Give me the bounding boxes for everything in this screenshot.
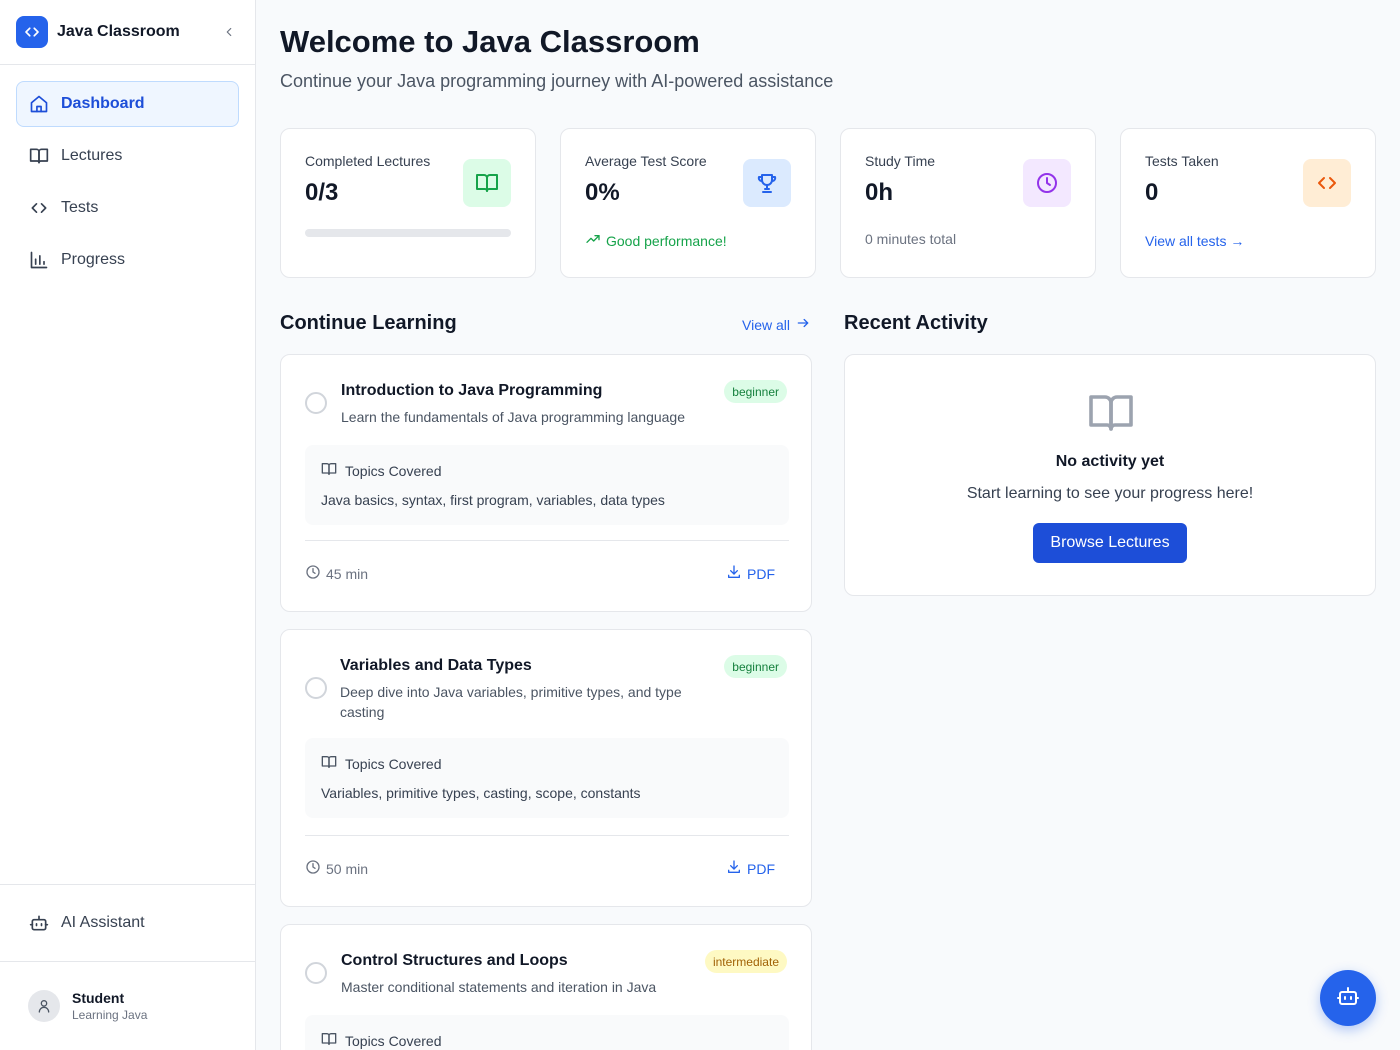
sidebar-item-label: Dashboard [61,95,145,112]
divider [305,540,789,541]
bot-icon [28,912,50,934]
lecture-title: Control Structures and Loops [341,952,568,969]
home-icon [28,93,50,115]
view-all-tests-link[interactable]: View all tests → [1145,233,1244,249]
code-icon [1303,159,1351,207]
pdf-label: PDF [747,565,775,582]
topics-text: Variables, primitive types, casting, sco… [321,785,641,801]
completion-radio[interactable] [305,392,327,414]
completion-radio[interactable] [305,677,327,699]
stat-card-average-score: Average Test Score 0% Good performance! [560,128,816,278]
clock-icon [305,859,321,878]
trending-up-icon [585,231,601,250]
pdf-download-button[interactable]: PDF [726,564,775,583]
divider [305,835,789,836]
download-icon [726,564,742,583]
sidebar-item-label: Progress [61,251,126,268]
level-badge: beginner [724,380,787,403]
score-footer: Good performance! [585,231,727,250]
page-subtitle: Continue your Java programming journey w… [280,71,834,91]
sidebar-item-dashboard[interactable]: Dashboard [16,81,239,127]
lecture-description: Master conditional statements and iterat… [341,979,657,995]
topics-box: Topics Covered Variables, primitive type… [305,738,789,818]
recent-activity-card: No activity yet Start learning to see yo… [844,354,1376,596]
level-badge: intermediate [704,950,787,973]
topics-label: Topics Covered [345,1032,442,1049]
book-icon [321,1031,337,1050]
empty-state-subtitle: Start learning to see your progress here… [966,485,1254,502]
stat-card-tests-taken: Tests Taken 0 View all tests → [1120,128,1376,278]
ai-chat-fab[interactable] [1320,970,1376,1026]
topics-text: Java basics, syntax, first program, vari… [321,492,665,508]
stat-card-completed-lectures: Completed Lectures 0/3 [280,128,536,278]
code-logo-icon[interactable] [16,16,48,48]
sidebar: Java Classroom Dashboard Lectures Tests [0,0,256,1050]
bot-icon [1336,984,1360,1013]
level-badge: beginner [724,655,787,678]
page-title: Welcome to Java Classroom [280,24,700,59]
app-name: Java Classroom [57,23,180,40]
view-all-link[interactable]: View all [742,316,810,333]
book-icon [321,754,337,773]
study-time-footer: 0 minutes total [865,231,957,247]
lecture-title: Introduction to Java Programming [341,382,603,399]
sidebar-item-tests[interactable]: Tests [16,185,239,231]
sidebar-item-label: Tests [61,199,99,216]
view-all-label: View all [742,316,790,333]
book-icon [321,461,337,480]
book-open-icon [463,159,511,207]
pdf-download-button[interactable]: PDF [726,859,775,878]
user-icon [28,990,60,1022]
pdf-label: PDF [747,860,775,877]
user-subtitle: Learning Java [72,1008,148,1022]
topics-box: Topics Covered [305,1015,789,1050]
topics-label: Topics Covered [345,462,442,479]
download-icon [726,859,742,878]
clock-icon [305,564,321,583]
sidebar-item-lectures[interactable]: Lectures [16,133,239,179]
completion-radio[interactable] [305,962,327,984]
score-footer-text: Good performance! [606,232,727,249]
duration-text: 50 min [326,860,369,877]
clock-icon [1023,159,1071,207]
lecture-card[interactable]: Variables and Data Types Deep dive into … [280,629,812,907]
recent-activity-title: Recent Activity [844,312,988,334]
lecture-card[interactable]: Control Structures and Loops Master cond… [280,924,812,1050]
sidebar-item-label: Lectures [61,147,123,164]
continue-learning-title: Continue Learning [280,312,457,334]
duration-text: 45 min [326,565,369,582]
lecture-description: Learn the fundamentals of Java programmi… [341,409,685,425]
book-icon [28,145,50,167]
ai-assistant-section: AI Assistant [0,884,255,962]
topics-box: Topics Covered Java basics, syntax, firs… [305,445,789,525]
lecture-description: Deep dive into Java variables, primitive… [340,684,682,720]
duration: 45 min [305,564,368,583]
topics-label: Topics Covered [345,755,442,772]
brand-header: Java Classroom [0,0,255,65]
browse-lectures-button[interactable]: Browse Lectures [1033,523,1187,563]
chevron-left-icon[interactable] [219,22,239,42]
duration: 50 min [305,859,368,878]
trophy-icon [743,159,791,207]
user-profile[interactable]: Student Learning Java [0,962,255,1050]
arrow-right-icon [796,316,810,333]
ai-assistant-label: AI Assistant [61,914,145,931]
user-name: Student [72,990,125,1006]
lecture-card[interactable]: Introduction to Java Programming Learn t… [280,354,812,612]
empty-state-title: No activity yet [1055,453,1165,470]
lectures-progress-bar [305,229,511,237]
bar-chart-icon [28,249,50,271]
sidebar-nav: Dashboard Lectures Tests Progress [0,65,255,305]
lecture-title: Variables and Data Types [340,657,532,674]
ai-assistant-button[interactable]: AI Assistant [16,900,239,946]
stat-card-study-time: Study Time 0h 0 minutes total [840,128,1096,278]
sidebar-item-progress[interactable]: Progress [16,237,239,283]
main-content: Welcome to Java Classroom Continue your … [256,0,1400,1050]
book-open-icon [1087,389,1135,437]
code-icon [28,197,50,219]
